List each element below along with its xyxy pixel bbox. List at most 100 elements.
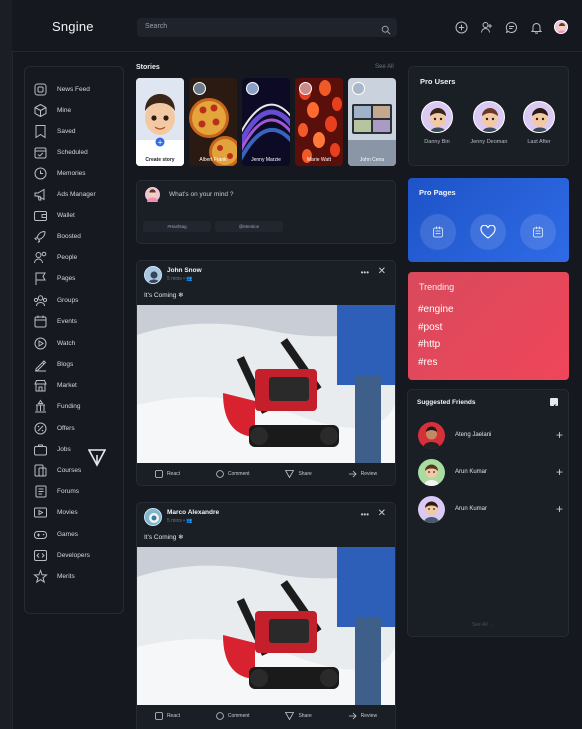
trending-tag[interactable]: #engine <box>418 304 454 315</box>
funding-icon <box>33 399 48 414</box>
app-logo[interactable]: Sngine <box>52 19 94 34</box>
pro-pages-title: Pro Pages <box>419 188 456 197</box>
story-item[interactable]: Albert Frank <box>189 78 237 166</box>
mention-button[interactable]: @Mention <box>215 221 283 232</box>
nav-item-wallet[interactable]: Wallet <box>33 207 123 223</box>
facebook-icon[interactable]: f <box>550 398 558 412</box>
nav-item-movies[interactable]: Movies <box>33 504 123 520</box>
friend-name[interactable]: Arun Kumar <box>455 506 487 512</box>
nav-item-label: Jobs <box>57 445 71 453</box>
nav-item-forums[interactable]: Forums <box>33 483 123 499</box>
blog-icon <box>33 357 48 372</box>
nav-item-scheduled[interactable]: Scheduled <box>33 144 123 160</box>
flag-icon <box>33 271 48 286</box>
share-button[interactable]: Share <box>285 470 312 478</box>
nav-item-market[interactable]: Market <box>33 377 123 393</box>
post-text: It's Coming ❄ <box>144 534 184 541</box>
review-icon <box>348 712 357 720</box>
nav-item-watch[interactable]: Watch <box>33 335 123 351</box>
friend-avatar[interactable] <box>418 422 445 449</box>
pro-users-title: Pro Users <box>420 77 456 86</box>
friends-see-all-link[interactable]: See All → <box>472 622 494 628</box>
pro-page-item[interactable] <box>470 214 506 250</box>
hashtag-button[interactable]: #Hashtag <box>143 221 211 232</box>
nav-item-news-feed[interactable]: News Feed <box>33 81 123 97</box>
friend-avatar[interactable] <box>418 496 445 523</box>
pro-page-item[interactable] <box>420 214 456 250</box>
nav-item-ads-manager[interactable]: Ads Manager <box>33 186 123 202</box>
nav-item-funding[interactable]: Funding <box>33 398 123 414</box>
story-item[interactable]: Marie Watt <box>295 78 343 166</box>
nav-item-label: Blogs <box>57 360 74 368</box>
search-input[interactable]: Search <box>137 18 397 37</box>
nav-item-groups[interactable]: Groups <box>33 292 123 308</box>
notifications-icon[interactable] <box>529 20 543 34</box>
trending-tag[interactable]: #post <box>418 322 442 333</box>
review-button[interactable]: Review <box>348 712 377 720</box>
react-button[interactable]: React <box>155 712 180 720</box>
nav-item-courses[interactable]: Courses <box>33 462 123 478</box>
close-icon[interactable]: ✕ <box>378 508 386 519</box>
nav-item-label: Funding <box>57 402 81 410</box>
nav-item-jobs[interactable]: Jobs <box>33 441 123 457</box>
comment-button[interactable]: Comment <box>216 470 250 478</box>
nav-item-offers[interactable]: Offers <box>33 420 123 436</box>
user-avatar[interactable] <box>554 20 568 34</box>
nav-item-saved[interactable]: Saved <box>33 123 123 139</box>
add-icon[interactable] <box>454 20 468 34</box>
pro-user[interactable]: Jenny Deoman <box>471 101 508 145</box>
friend-avatar[interactable] <box>418 459 445 486</box>
pro-page-item[interactable] <box>520 214 556 250</box>
story-create[interactable]: + Create story <box>136 78 184 166</box>
post-author-avatar[interactable] <box>144 508 162 526</box>
post-image[interactable] <box>137 547 395 705</box>
friend-name[interactable]: Ateng Jaelani <box>455 432 491 438</box>
trending-tag[interactable]: #res <box>418 357 437 368</box>
nav-item-mine[interactable]: Mine <box>33 102 123 118</box>
post-card: John Snow 5 mins • 👥 ••• ✕ It's Coming ❄… <box>136 260 396 486</box>
story-item[interactable]: John Cena <box>348 78 396 166</box>
nav-item-memories[interactable]: Memories <box>33 165 123 181</box>
composer-input[interactable]: What's on your mind ? <box>169 191 233 198</box>
pro-user[interactable]: Last After <box>521 101 557 145</box>
search-placeholder: Search <box>145 23 168 30</box>
friend-name[interactable]: Arun Kumar <box>455 469 487 475</box>
comment-button[interactable]: Comment <box>216 712 250 720</box>
nav-item-label: Scheduled <box>57 148 88 156</box>
share-button[interactable]: Share <box>285 712 312 720</box>
nav-item-boosted[interactable]: Boosted <box>33 228 123 244</box>
nav-item-developers[interactable]: Developers <box>33 547 123 563</box>
trending-title: Trending <box>419 282 455 292</box>
friend-requests-icon[interactable] <box>479 20 493 34</box>
more-options-icon[interactable]: ••• <box>361 510 369 519</box>
story-item[interactable]: Jenny Marzie <box>242 78 290 166</box>
pro-user-avatar <box>421 101 453 133</box>
react-button[interactable]: React <box>155 470 180 478</box>
nav-item-events[interactable]: Events <box>33 313 123 329</box>
post-author-name[interactable]: Marco Alexandre <box>167 509 219 516</box>
post-author-name[interactable]: John Snow <box>167 267 202 274</box>
search-icon[interactable] <box>381 22 391 40</box>
nav-item-people[interactable]: People <box>33 249 123 265</box>
post-author-avatar[interactable] <box>144 266 162 284</box>
add-friend-icon[interactable]: + <box>556 428 563 442</box>
more-options-icon[interactable]: ••• <box>361 268 369 277</box>
add-friend-icon[interactable]: + <box>556 465 563 479</box>
nav-item-merits[interactable]: Merits <box>33 568 123 584</box>
review-button[interactable]: Review <box>348 470 377 478</box>
messages-icon[interactable] <box>504 20 518 34</box>
add-friend-icon[interactable]: + <box>556 502 563 516</box>
close-icon[interactable]: ✕ <box>378 266 386 277</box>
stories-see-all-link[interactable]: See All <box>375 64 394 70</box>
nav-item-label: News Feed <box>57 85 90 93</box>
nav-item-blogs[interactable]: Blogs <box>33 356 123 372</box>
page-icon <box>533 226 543 238</box>
post-image[interactable] <box>137 305 395 463</box>
svg-text:f: f <box>553 404 557 411</box>
pro-user[interactable]: Danny Bin <box>419 101 455 145</box>
trending-tag[interactable]: #http <box>418 339 440 350</box>
nav-item-pages[interactable]: Pages <box>33 270 123 286</box>
react-icon <box>155 712 163 720</box>
nav-item-label: Movies <box>57 508 78 516</box>
nav-item-games[interactable]: Games <box>33 526 123 542</box>
